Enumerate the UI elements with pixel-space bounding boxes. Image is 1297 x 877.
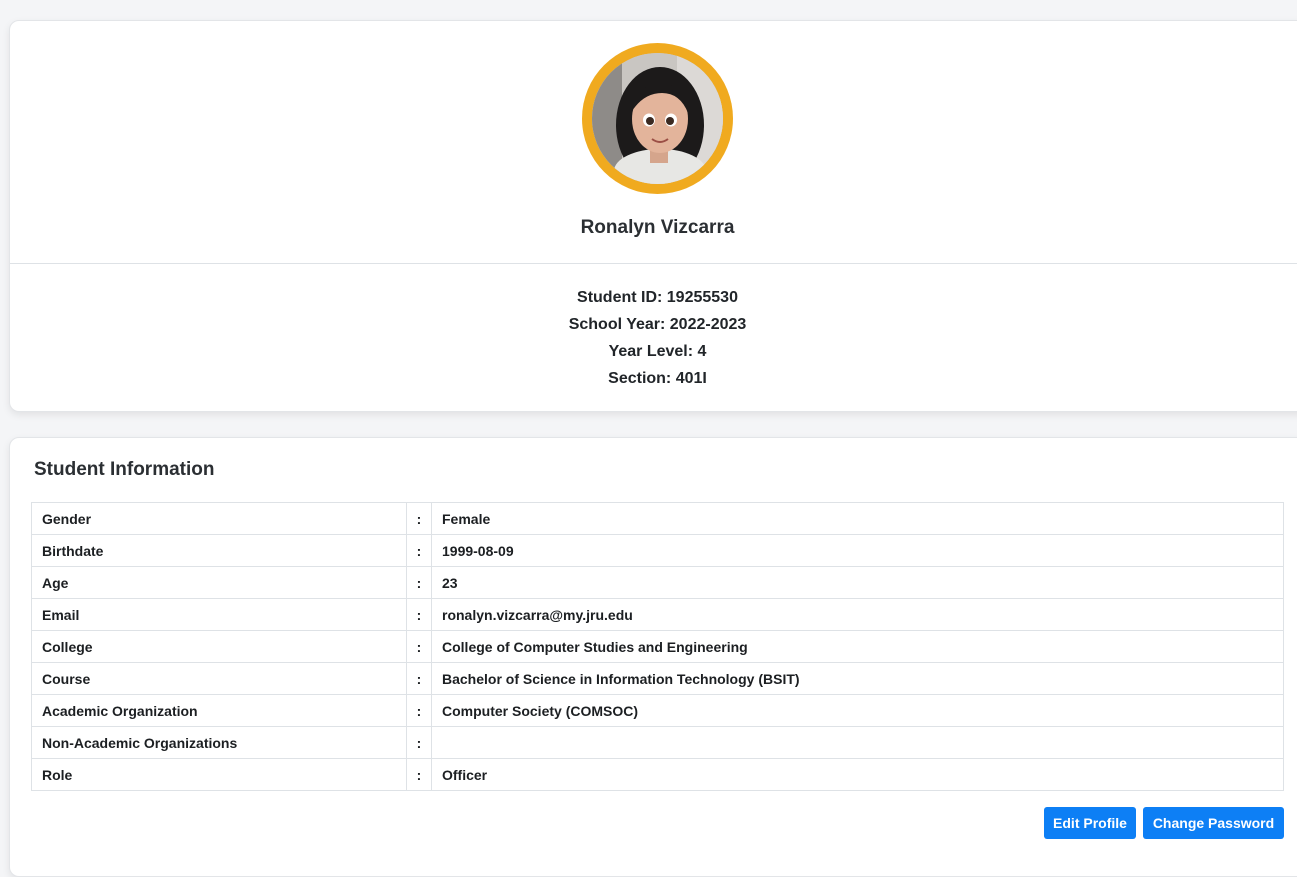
row-label: Non-Academic Organizations — [31, 726, 407, 759]
profile-card: Ronalyn Vizcarra Student ID: 19255530 Sc… — [9, 20, 1297, 412]
table-row: College: College of Computer Studies and … — [31, 630, 1284, 663]
table-row: Gender: Female — [31, 502, 1284, 535]
row-value: Officer — [431, 758, 1284, 791]
row-value: Bachelor of Science in Information Techn… — [431, 662, 1284, 695]
row-separator: : — [406, 502, 432, 535]
row-label: Course — [31, 662, 407, 695]
row-value: Computer Society (COMSOC) — [431, 694, 1284, 727]
table-row: Birthdate:1999-08-09 — [31, 534, 1284, 567]
row-value: 23 — [431, 566, 1284, 599]
row-separator: : — [406, 534, 432, 567]
table-row: Academic Organization: Computer Society (… — [31, 694, 1284, 727]
edit-profile-button[interactable]: Edit Profile — [1044, 807, 1136, 839]
row-label: Role — [31, 758, 407, 791]
student-information-card: Student Information Gender: Female Birthd… — [9, 437, 1297, 877]
row-value: 1999-08-09 — [431, 534, 1284, 567]
row-value: ronalyn.vizcarra@my.jru.edu — [431, 598, 1284, 631]
row-label: Academic Organization — [31, 694, 407, 727]
table-row: Non-Academic Organizations: — [31, 726, 1284, 759]
table-row: Age:23 — [31, 566, 1284, 599]
row-value — [431, 726, 1284, 759]
student-information-table: Gender: Female Birthdate:1999-08-09 Age:2… — [31, 502, 1284, 791]
student-id: Student ID: 19255530 — [577, 289, 738, 306]
row-label: Birthdate — [31, 534, 407, 567]
profile-details: Student ID: 19255530 School Year: 2022-2… — [10, 286, 1297, 394]
avatar — [592, 53, 723, 184]
change-password-button[interactable]: Change Password — [1143, 807, 1284, 839]
row-value: Female — [431, 502, 1284, 535]
divider — [10, 263, 1297, 264]
row-value: College of Computer Studies and Engineer… — [431, 630, 1284, 663]
table-row: Role: Officer — [31, 758, 1284, 791]
row-separator: : — [406, 726, 432, 759]
row-separator: : — [406, 662, 432, 695]
row-separator: : — [406, 694, 432, 727]
school-year: School Year: 2022-2023 — [568, 316, 747, 333]
row-separator: : — [406, 598, 432, 631]
section: Section: 401I — [608, 370, 707, 387]
profile-name: Ronalyn Vizcarra — [580, 217, 735, 238]
row-label: Age — [31, 566, 407, 599]
row-separator: : — [406, 566, 432, 599]
year-level: Year Level: 4 — [608, 343, 707, 360]
row-label: Email — [31, 598, 407, 631]
row-label: Gender — [31, 502, 407, 535]
table-row: Course: Bachelor of Science in Informatio… — [31, 662, 1284, 695]
row-separator: : — [406, 630, 432, 663]
avatar-ring — [582, 43, 733, 194]
row-separator: : — [406, 758, 432, 791]
row-label: College — [31, 630, 407, 663]
section-title: Student Information — [34, 459, 215, 480]
table-row: Email: ronalyn.vizcarra@my.jru.edu — [31, 598, 1284, 631]
